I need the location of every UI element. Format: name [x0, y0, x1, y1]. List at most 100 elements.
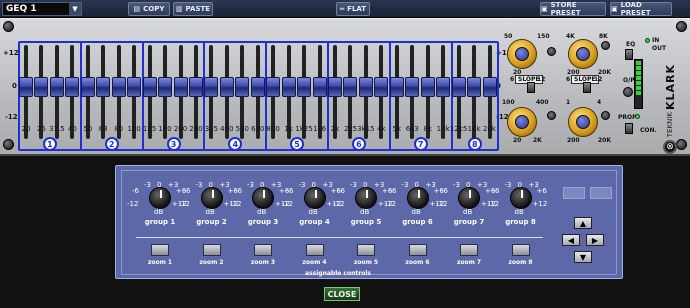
fader-cap[interactable] [96, 77, 111, 97]
fader-cap[interactable] [482, 77, 497, 97]
dial-tick: -6 [183, 187, 191, 195]
group-gain-knob[interactable] [406, 187, 429, 209]
fader-cap[interactable] [49, 77, 64, 97]
knob1-max: 150 [537, 33, 550, 40]
fader-cap[interactable] [436, 77, 451, 97]
assignable-controls-label: assignable controls [305, 270, 371, 277]
close-button[interactable]: CLOSE [324, 287, 360, 301]
fader-cap[interactable] [281, 77, 296, 97]
preset-select[interactable]: GEQ 1 ▼ [2, 2, 82, 16]
fader-cap[interactable] [405, 77, 420, 97]
zoom-button-8[interactable] [511, 244, 530, 256]
fader-cap[interactable] [142, 77, 157, 97]
db-unit: dB [205, 208, 215, 216]
zoom-label: zoom 2 [199, 259, 224, 266]
zoom-button-4[interactable] [305, 244, 324, 256]
fader-cap[interactable] [250, 77, 265, 97]
fader-cap[interactable] [358, 77, 373, 97]
dial-tick: -6 [235, 187, 242, 195]
fader-cap[interactable] [467, 77, 482, 97]
group-gain-knob[interactable] [303, 187, 326, 209]
fader-cap[interactable] [204, 77, 219, 97]
fader-cap[interactable] [158, 77, 173, 97]
load-preset-button[interactable]: ▣ LOAD PRESET [610, 1, 672, 17]
arrow-up-button[interactable]: ▲ [574, 217, 592, 229]
arrow-left-button[interactable]: ◀ [562, 234, 580, 246]
prop-con-switch[interactable] [625, 123, 633, 134]
fader-cap[interactable] [266, 77, 281, 97]
fader-cap[interactable] [297, 77, 312, 97]
fader-cap[interactable] [127, 77, 142, 97]
output-knob[interactable] [623, 87, 633, 97]
store-preset-button[interactable]: ▣ STORE PRESET [540, 1, 606, 17]
fader-cap[interactable] [343, 77, 358, 97]
dial-tick: -3 [350, 181, 357, 189]
group-gain-knob[interactable] [200, 187, 223, 209]
lpf-frequency-knob[interactable] [568, 39, 598, 69]
knob-pointer [211, 190, 214, 198]
zoom-button-5[interactable] [357, 244, 375, 256]
dial-tick: -12 [178, 200, 190, 208]
group-gain-knob[interactable] [458, 187, 480, 209]
zoom-button-1[interactable] [151, 244, 169, 256]
zoom-button-6[interactable] [408, 244, 427, 256]
dial-tick: -3 [247, 181, 254, 189]
fader-cap[interactable] [173, 77, 188, 97]
fader-cap[interactable] [34, 77, 49, 97]
db-unit: dB [360, 208, 370, 216]
brand-strip: KLARK TEKNIK ⊗ [660, 64, 680, 154]
group-gain-knob[interactable] [252, 187, 274, 209]
flat-icon: ═ [339, 5, 345, 13]
dial-tick: -6 [286, 187, 294, 195]
fader-cap[interactable] [328, 77, 342, 97]
zoom-button-3[interactable] [254, 244, 272, 256]
fader-cap[interactable] [235, 77, 250, 97]
fader-cap[interactable] [420, 77, 435, 97]
fader-cap[interactable] [451, 77, 466, 97]
lowshelf-trim-knob[interactable] [547, 111, 556, 120]
lpf-trim-knob[interactable] [601, 41, 610, 50]
knob2-lo: 4K [566, 33, 575, 40]
lowshelf-knob[interactable] [507, 107, 537, 137]
group-gain-knob[interactable] [509, 187, 532, 209]
hpf-trim-knob[interactable] [547, 47, 556, 56]
fader-cap[interactable] [188, 77, 203, 97]
eq-bypass-switch[interactable] [625, 49, 633, 60]
band-number: 5 [290, 137, 305, 151]
knob-pointer [366, 190, 368, 198]
dial-tick: -12 [281, 200, 293, 208]
zoom-button-7[interactable] [460, 244, 478, 256]
group-gain-knob[interactable] [355, 187, 377, 209]
highshelf-trim-knob[interactable] [601, 111, 610, 120]
db-unit: dB [463, 208, 473, 216]
knob3-max: 2K [533, 137, 542, 144]
band-number: 3 [166, 137, 181, 151]
copy-button[interactable]: ▤ COPY [128, 2, 170, 16]
zoom-button-2[interactable] [202, 244, 221, 256]
fader-cap[interactable] [111, 77, 126, 97]
screw-icon [3, 21, 14, 32]
fader-cap[interactable] [65, 77, 80, 97]
assignable-controls-panel: 0 -3 +3 -6 +6 -12 +12 dB group 1 0 -3 +3 -6 +6 -12 +12 d… [115, 165, 623, 279]
display-box-1 [563, 187, 585, 199]
fader-cap[interactable] [219, 77, 234, 97]
fader-cap[interactable] [374, 77, 389, 97]
scale-plus12: +12 [3, 49, 19, 57]
fader-cap[interactable] [312, 77, 327, 97]
fader-cap[interactable] [19, 77, 33, 97]
load-icon: ▣ [611, 5, 618, 13]
dial-tick: +6 [536, 187, 547, 195]
highshelf-knob[interactable] [568, 107, 598, 137]
hpf-frequency-knob[interactable] [507, 39, 537, 69]
fader-cap[interactable] [80, 77, 95, 97]
arrow-right-button[interactable]: ▶ [586, 234, 604, 246]
slope1-switch[interactable] [527, 82, 535, 93]
prop-label: PROP [618, 114, 637, 121]
paste-button[interactable]: ▥ PASTE [173, 2, 213, 16]
fader-cap[interactable] [389, 77, 404, 97]
slope2-switch[interactable] [583, 82, 591, 93]
flat-button[interactable]: ═ FLAT [336, 2, 370, 16]
group-gain-knob[interactable] [149, 187, 171, 209]
arrow-down-button[interactable]: ▼ [574, 251, 592, 263]
chevron-down-icon[interactable]: ▼ [69, 3, 81, 15]
